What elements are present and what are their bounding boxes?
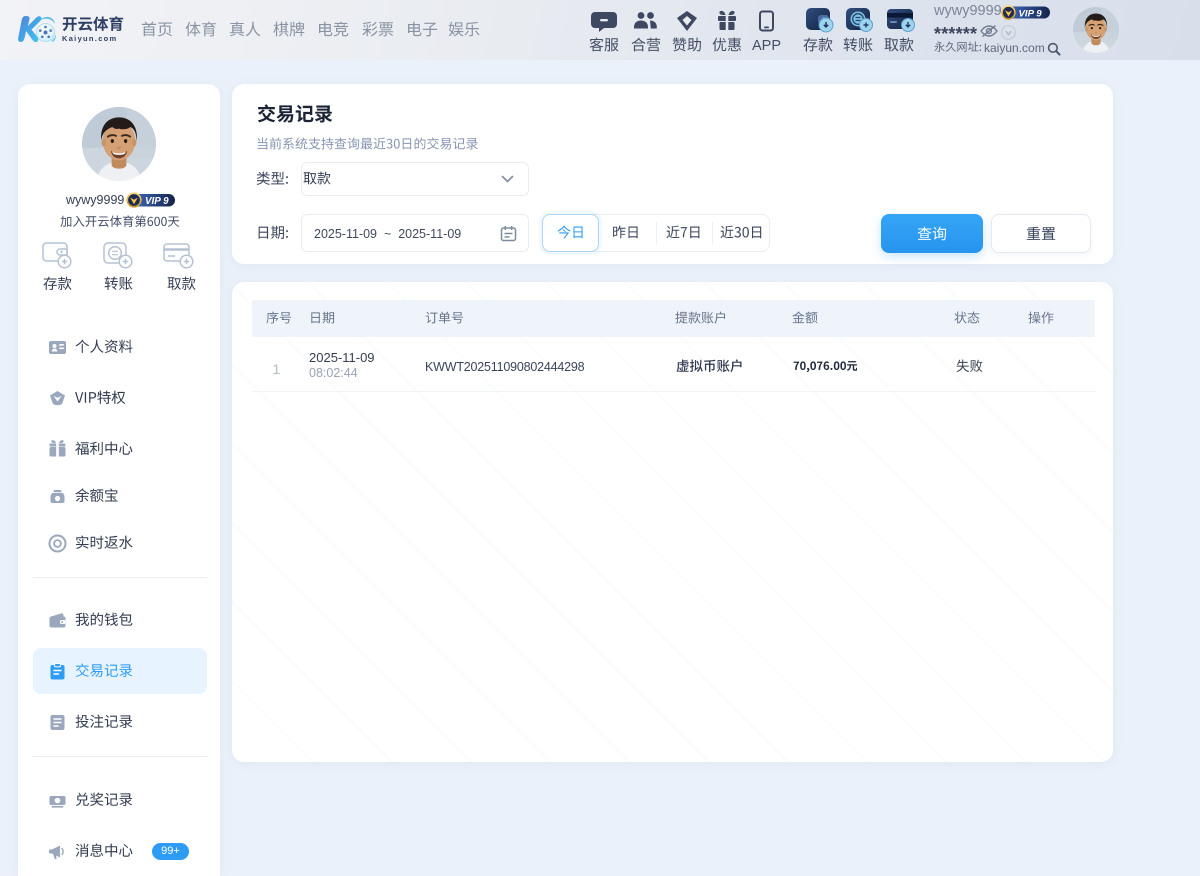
svg-text:VIP 9: VIP 9 <box>1019 8 1043 19</box>
svg-text:VIP 9: VIP 9 <box>145 196 169 207</box>
